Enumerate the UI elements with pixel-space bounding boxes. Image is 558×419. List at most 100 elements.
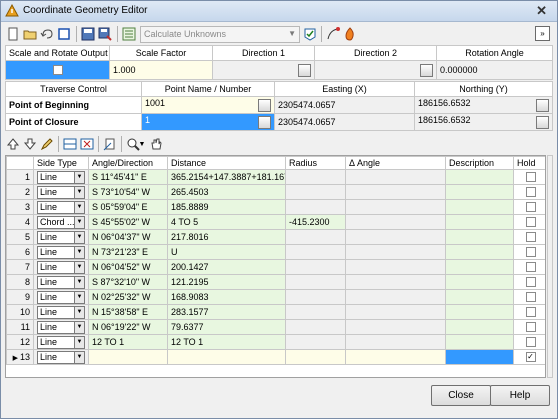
closure-name-cell[interactable]: 1 <box>141 113 275 131</box>
table-row[interactable]: ▶ 13 Line ▼ ✓ <box>6 349 545 365</box>
hold-checkbox[interactable] <box>525 217 536 228</box>
scale-rotate-checkbox-cell[interactable] <box>5 60 110 80</box>
description-cell[interactable] <box>445 274 514 290</box>
hold-cell[interactable] <box>513 319 545 335</box>
delta-angle-cell[interactable] <box>345 229 446 245</box>
hold-cell[interactable] <box>513 274 545 290</box>
grid-scrollbar[interactable] <box>547 155 553 378</box>
chevron-down-icon[interactable]: ▼ <box>74 336 84 348</box>
distance-cell[interactable]: 4 TO 5 <box>167 214 286 230</box>
radius-cell[interactable]: -415.2300 <box>285 214 346 230</box>
side-type-cell[interactable]: Line ▼ <box>33 349 89 365</box>
expand-panel-button[interactable]: » <box>535 26 550 41</box>
distance-cell[interactable]: 365.2154+147.3887+181.1671 <box>167 169 286 185</box>
move-down-icon[interactable] <box>22 136 38 152</box>
side-type-cell[interactable]: Line ▼ <box>33 169 89 185</box>
new-icon[interactable] <box>5 26 21 42</box>
side-type-cell[interactable]: Line ▼ <box>33 199 89 215</box>
hold-cell[interactable] <box>513 184 545 200</box>
chevron-down-icon[interactable]: ▼ <box>74 276 84 288</box>
table-row[interactable]: 10 Line ▼ N 15°38'58" E 283.1577 <box>6 304 545 320</box>
angle-direction-cell[interactable]: N 06°04'37" W <box>88 229 168 245</box>
description-cell[interactable] <box>445 259 514 275</box>
angle-direction-cell[interactable]: S 45°55'02" W <box>88 214 168 230</box>
save-icon[interactable] <box>80 26 96 42</box>
pick-icon[interactable] <box>536 99 549 112</box>
fire-icon[interactable] <box>342 26 358 42</box>
distance-cell[interactable]: 200.1427 <box>167 259 286 275</box>
radius-cell[interactable] <box>285 304 346 320</box>
hold-checkbox[interactable] <box>525 307 536 318</box>
pick-icon[interactable] <box>536 116 549 129</box>
pick-icon[interactable] <box>420 64 433 77</box>
description-cell[interactable] <box>445 229 514 245</box>
distance-cell[interactable]: 283.1577 <box>167 304 286 320</box>
table-row[interactable]: 6 Line ▼ N 73°21'23" EU <box>6 244 545 260</box>
delta-angle-cell[interactable] <box>345 349 446 365</box>
description-cell[interactable] <box>445 289 514 305</box>
delta-angle-cell[interactable] <box>345 319 446 335</box>
table-row[interactable]: 9 Line ▼ N 02°25'32" W 168.9083 <box>6 289 545 305</box>
delta-angle-cell[interactable] <box>345 274 446 290</box>
chevron-down-icon[interactable]: ▼ <box>74 291 84 303</box>
chevron-down-icon[interactable]: ▼ <box>74 351 84 363</box>
angle-direction-cell[interactable]: N 15°38'58" E <box>88 304 168 320</box>
delta-angle-cell[interactable] <box>345 244 446 260</box>
chevron-down-icon[interactable]: ▼ <box>74 186 84 198</box>
save-as-icon[interactable] <box>97 26 113 42</box>
square-icon[interactable] <box>56 26 72 42</box>
hold-cell[interactable] <box>513 214 545 230</box>
side-type-combo[interactable]: Line ▼ <box>37 185 85 199</box>
distance-cell[interactable]: 168.9083 <box>167 289 286 305</box>
pan-hand-icon[interactable] <box>148 136 164 152</box>
angle-direction-cell[interactable]: S 87°32'10" W <box>88 274 168 290</box>
delta-angle-cell[interactable] <box>345 304 446 320</box>
scale-rotate-checkbox[interactable] <box>52 65 63 76</box>
radius-cell[interactable] <box>285 349 346 365</box>
hold-checkbox[interactable] <box>525 202 536 213</box>
side-type-combo[interactable]: Line ▼ <box>37 275 85 289</box>
table-row[interactable]: 2 Line ▼ S 73°10'54" W 265.4503 <box>6 184 545 200</box>
chevron-down-icon[interactable]: ▼ <box>138 136 146 152</box>
delta-angle-cell[interactable] <box>345 199 446 215</box>
angle-direction-cell[interactable]: 12 TO 1 <box>88 334 168 350</box>
calculate-combo[interactable]: Calculate Unknowns ▼ <box>140 26 300 43</box>
side-type-combo[interactable]: Line ▼ <box>37 260 85 274</box>
hold-checkbox[interactable] <box>525 172 536 183</box>
description-cell[interactable] <box>445 199 514 215</box>
pick-point-icon[interactable] <box>102 136 118 152</box>
delta-angle-cell[interactable] <box>345 259 446 275</box>
description-cell[interactable] <box>445 184 514 200</box>
pick-icon[interactable] <box>258 116 271 129</box>
insert-row-icon[interactable] <box>62 136 78 152</box>
table-row[interactable]: 7 Line ▼ N 06°04'52" W 200.1427 <box>6 259 545 275</box>
open-icon[interactable] <box>22 26 38 42</box>
side-type-cell[interactable]: Line ▼ <box>33 244 89 260</box>
radius-cell[interactable] <box>285 274 346 290</box>
chevron-down-icon[interactable]: ▼ <box>74 231 84 243</box>
hold-checkbox[interactable]: ✓ <box>525 352 536 363</box>
description-cell[interactable] <box>445 334 514 350</box>
closure-northing-cell[interactable]: 186156.6532 <box>414 113 553 131</box>
hold-cell[interactable]: ✓ <box>513 349 545 365</box>
radius-cell[interactable] <box>285 319 346 335</box>
hold-checkbox[interactable] <box>525 232 536 243</box>
radius-cell[interactable] <box>285 229 346 245</box>
list-icon[interactable] <box>121 26 137 42</box>
side-type-cell[interactable]: Line ▼ <box>33 319 89 335</box>
scale-factor-cell[interactable]: 1.000 <box>109 60 213 80</box>
table-row[interactable]: 3 Line ▼ S 05°59'04" E 185.8889 <box>6 199 545 215</box>
table-row[interactable]: 8 Line ▼ S 87°32'10" W 121.2195 <box>6 274 545 290</box>
angle-direction-cell[interactable]: N 73°21'23" E <box>88 244 168 260</box>
side-type-combo[interactable]: Line ▼ <box>37 230 85 244</box>
angle-direction-cell[interactable] <box>88 349 168 365</box>
description-cell[interactable] <box>445 169 514 185</box>
hold-checkbox[interactable] <box>525 277 536 288</box>
side-type-combo[interactable]: Chord ... ▼ <box>37 215 85 229</box>
beginning-northing-cell[interactable]: 186156.6532 <box>414 96 553 114</box>
side-type-cell[interactable]: Line ▼ <box>33 184 89 200</box>
hold-cell[interactable] <box>513 244 545 260</box>
calculate-icon[interactable] <box>302 26 318 42</box>
side-type-cell[interactable]: Line ▼ <box>33 289 89 305</box>
beginning-easting-cell[interactable]: 2305474.0657 <box>274 96 415 114</box>
